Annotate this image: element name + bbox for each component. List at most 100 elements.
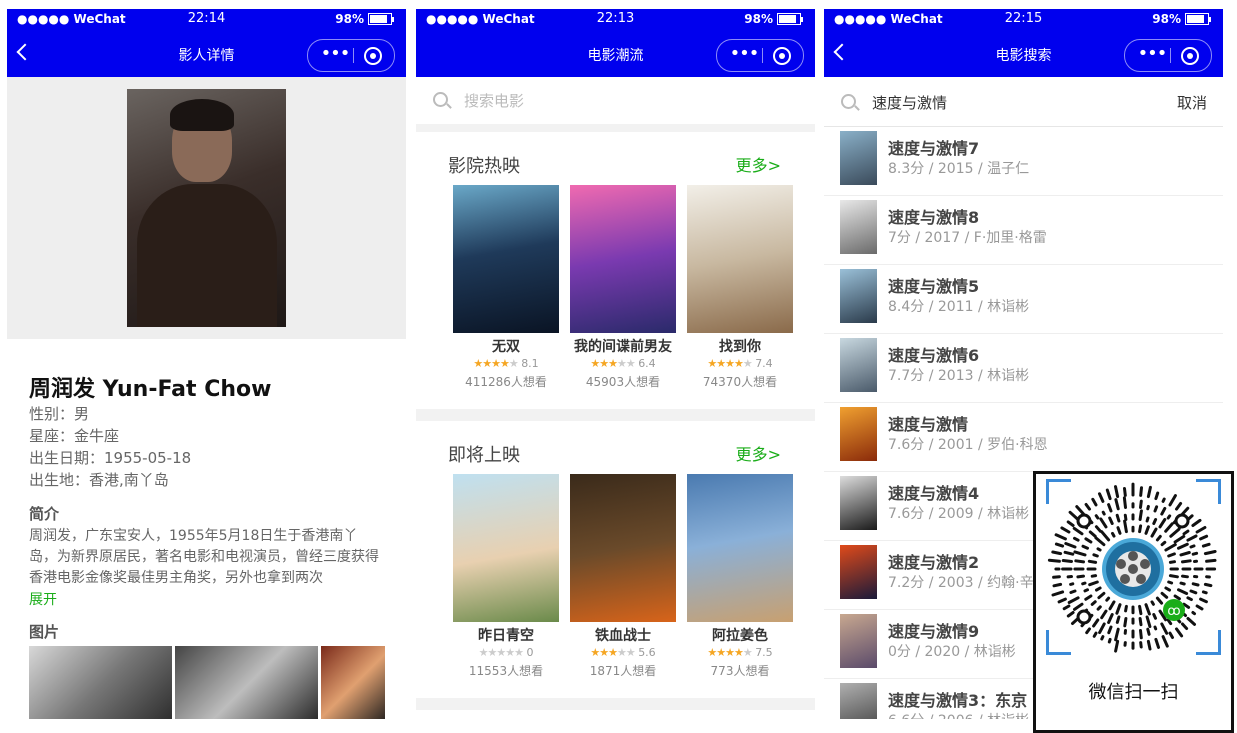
more-link[interactable]: 更多> bbox=[736, 152, 781, 176]
actor-photo[interactable] bbox=[175, 646, 318, 719]
star-rating: ★★★★★ bbox=[590, 357, 634, 370]
actor-detail-screen: ●●●●● WeChat 22:14 98% 影人详情 ••• 周润发 Yun-… bbox=[7, 9, 406, 719]
star-rating: ★★★★★ bbox=[707, 646, 751, 659]
photo-strip bbox=[7, 646, 406, 719]
more-link[interactable]: 更多> bbox=[736, 441, 781, 465]
result-meta: 7.6分 / 2001 / 罗伯·科恩 bbox=[888, 434, 1048, 454]
want-count: 45903人想看 bbox=[569, 373, 677, 390]
result-title: 速度与激情2 bbox=[888, 549, 979, 573]
result-meta: 7分 / 2017 / F·加里·格雷 bbox=[888, 227, 1047, 247]
want-count: 11553人想看 bbox=[452, 662, 560, 679]
result-poster bbox=[840, 338, 877, 392]
close-miniprogram-icon[interactable] bbox=[364, 47, 382, 65]
movie-poster bbox=[453, 185, 559, 333]
result-meta: 7.6分 / 2009 / 林诣彬 bbox=[888, 503, 1029, 523]
close-miniprogram-icon[interactable] bbox=[1181, 47, 1199, 65]
result-meta: 0分 / 2020 / 林诣彬 bbox=[888, 641, 1016, 661]
search-input[interactable]: 速度与激情 bbox=[872, 92, 947, 113]
nav-bar: 影人详情 ••• bbox=[7, 31, 406, 77]
movie-score: 0 bbox=[526, 646, 533, 659]
result-meta: 8.3分 / 2015 / 温子仁 bbox=[888, 158, 1029, 178]
want-count: 74370人想看 bbox=[686, 373, 794, 390]
result-row[interactable]: 速度与激情7.6分 / 2001 / 罗伯·科恩 bbox=[824, 403, 1223, 472]
movie-card[interactable]: 无双 ★★★★★ 8.1 411286人想看 bbox=[452, 185, 560, 390]
search-icon bbox=[841, 94, 856, 109]
svg-text:ꝏ: ꝏ bbox=[1167, 604, 1180, 619]
miniprogram-code-icon: ꝏ bbox=[1036, 474, 1231, 669]
menu-capsule: ••• bbox=[307, 39, 395, 72]
movie-score: 7.4 bbox=[755, 357, 773, 370]
result-meta: 6.6分 / 2006 / 林诣彬 bbox=[888, 710, 1029, 719]
movie-trends-screen: ●●●●● WeChat 22:13 98% 电影潮流 ••• 搜索电影 影院热… bbox=[416, 9, 815, 719]
search-bar[interactable]: 搜索电影 bbox=[416, 77, 815, 132]
status-bar: ●●●●● WeChat 22:14 98% bbox=[7, 9, 406, 31]
menu-capsule: ••• bbox=[1124, 39, 1212, 72]
result-poster bbox=[840, 476, 877, 530]
movie-poster bbox=[570, 474, 676, 622]
movie-card[interactable]: 我的间谍前男友 ★★★★★ 6.4 45903人想看 bbox=[569, 185, 677, 390]
battery-icon bbox=[1185, 13, 1209, 25]
movie-score: 6.4 bbox=[638, 357, 656, 370]
movie-card[interactable]: 昨日青空 ★★★★★ 0 11553人想看 bbox=[452, 474, 560, 679]
movie-poster bbox=[687, 474, 793, 622]
close-miniprogram-icon[interactable] bbox=[773, 47, 791, 65]
nav-bar: 电影搜索 ••• bbox=[824, 31, 1223, 77]
movie-card[interactable]: 铁血战士 ★★★★★ 5.6 1871人想看 bbox=[569, 474, 677, 679]
result-row[interactable]: 速度与激情78.3分 / 2015 / 温子仁 bbox=[824, 127, 1223, 196]
expand-link[interactable]: 展开 bbox=[29, 589, 384, 609]
search-icon bbox=[433, 92, 448, 107]
actor-info: 周润发 Yun-Fat Chow 性别：男 星座：金牛座 出生日期：1955-0… bbox=[7, 371, 406, 642]
now-showing-section: 影院热映 更多> 无双 ★★★★★ 8.1 411286人想看 我的间谍前男友 … bbox=[416, 132, 815, 421]
result-row[interactable]: 速度与激情67.7分 / 2013 / 林诣彬 bbox=[824, 334, 1223, 403]
more-icon[interactable]: ••• bbox=[1135, 40, 1169, 71]
search-bar[interactable]: 速度与激情 取消 bbox=[824, 77, 1223, 126]
intro-text: 周润发，广东宝安人，1955年5月18日生于香港南丫岛，为新界原居民，著名电影和… bbox=[29, 526, 384, 589]
result-title: 速度与激情9 bbox=[888, 618, 979, 642]
scan-caption: 微信扫一扫 bbox=[1036, 678, 1231, 704]
actor-birth: 出生日期：1955-05-18 bbox=[29, 447, 384, 469]
actor-hero bbox=[7, 77, 406, 339]
result-row[interactable]: 速度与激情87分 / 2017 / F·加里·格雷 bbox=[824, 196, 1223, 265]
result-poster bbox=[840, 683, 877, 719]
movie-card[interactable]: 找到你 ★★★★★ 7.4 74370人想看 bbox=[686, 185, 794, 390]
movie-card[interactable]: 阿拉姜色 ★★★★★ 7.5 773人想看 bbox=[686, 474, 794, 679]
star-rating: ★★★★★ bbox=[707, 357, 751, 370]
more-icon[interactable]: ••• bbox=[318, 40, 352, 71]
result-poster bbox=[840, 200, 877, 254]
search-input[interactable]: 搜索电影 bbox=[464, 90, 524, 111]
actor-portrait bbox=[127, 89, 286, 327]
result-meta: 8.4分 / 2011 / 林诣彬 bbox=[888, 296, 1029, 316]
actor-photo[interactable] bbox=[321, 646, 385, 719]
result-title: 速度与激情 bbox=[888, 411, 968, 435]
movie-poster bbox=[687, 185, 793, 333]
result-title: 速度与激情3：东京 bbox=[888, 687, 1027, 711]
want-count: 1871人想看 bbox=[569, 662, 677, 679]
menu-capsule: ••• bbox=[716, 39, 804, 72]
result-title: 速度与激情7 bbox=[888, 135, 979, 159]
star-rating: ★★★★★ bbox=[473, 357, 517, 370]
result-poster bbox=[840, 545, 877, 599]
battery-indicator: 98% bbox=[335, 12, 394, 26]
actor-photo[interactable] bbox=[29, 646, 172, 719]
status-bar: ●●●●● WeChat 22:13 98% bbox=[416, 9, 815, 31]
battery-indicator: 98% bbox=[1152, 12, 1211, 26]
movie-name: 阿拉姜色 bbox=[686, 625, 794, 645]
more-icon[interactable]: ••• bbox=[727, 40, 761, 71]
movie-score: 8.1 bbox=[521, 357, 539, 370]
result-title: 速度与激情4 bbox=[888, 480, 979, 504]
actor-name: 周润发 Yun-Fat Chow bbox=[29, 371, 384, 403]
status-bar: ●●●●● WeChat 22:15 98% bbox=[824, 9, 1223, 31]
movie-name: 昨日青空 bbox=[452, 625, 560, 645]
result-poster bbox=[840, 269, 877, 323]
result-poster bbox=[840, 407, 877, 461]
result-meta: 7.2分 / 2003 / 约翰·辛 bbox=[888, 572, 1034, 592]
movie-name: 找到你 bbox=[686, 336, 794, 356]
battery-percent: 98% bbox=[335, 12, 364, 26]
result-title: 速度与激情5 bbox=[888, 273, 979, 297]
cancel-button[interactable]: 取消 bbox=[1177, 92, 1207, 113]
want-count: 773人想看 bbox=[686, 662, 794, 679]
result-row[interactable]: 速度与激情58.4分 / 2011 / 林诣彬 bbox=[824, 265, 1223, 334]
intro-heading: 简介 bbox=[29, 503, 384, 524]
actor-gender: 性别：男 bbox=[29, 403, 384, 425]
result-poster bbox=[840, 131, 877, 185]
